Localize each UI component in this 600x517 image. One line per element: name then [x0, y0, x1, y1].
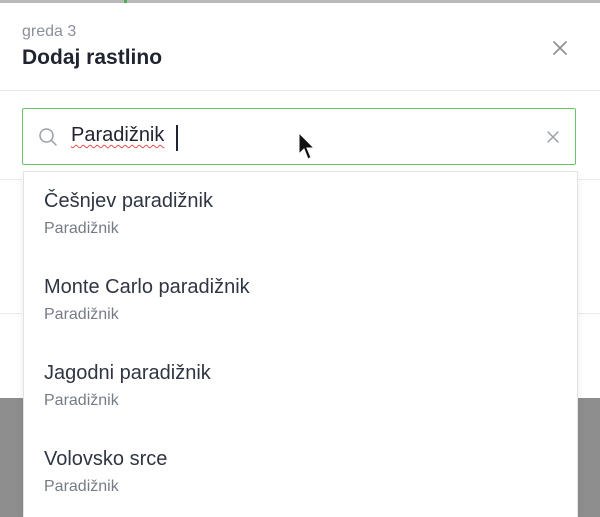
text-caret	[176, 125, 178, 151]
result-name: Monte Carlo paradižnik	[44, 276, 250, 298]
close-button[interactable]	[549, 37, 571, 59]
result-name: Volovsko srce	[44, 448, 168, 470]
result-category: Paradižnik	[44, 220, 119, 237]
header-divider	[0, 90, 600, 91]
mouse-pointer-icon	[298, 132, 316, 160]
dialog-title: Dodaj rastlino	[22, 46, 163, 69]
divider	[0, 179, 22, 180]
result-category: Paradižnik	[44, 306, 119, 323]
divider	[578, 313, 600, 314]
result-option[interactable]: Češnjev paradižnik Paradižnik	[24, 172, 577, 258]
result-option[interactable]: Monte Carlo paradižnik Paradižnik	[24, 258, 577, 344]
search-results-dropdown: Češnjev paradižnik Paradižnik Monte Carl…	[23, 171, 578, 517]
result-option[interactable]: Jagodni paradižnik Paradižnik	[24, 344, 577, 430]
divider	[578, 179, 600, 180]
result-category: Paradižnik	[44, 478, 119, 495]
result-name: Jagodni paradižnik	[44, 362, 211, 384]
close-icon	[553, 41, 567, 55]
search-query[interactable]: Paradižnik	[71, 124, 164, 147]
search-icon	[39, 128, 57, 146]
result-category: Paradižnik	[44, 392, 119, 409]
result-option[interactable]: Volovsko srce Paradižnik	[24, 430, 577, 516]
dialog-subtitle: greda 3	[22, 23, 77, 40]
result-name: Češnjev paradižnik	[44, 190, 213, 212]
divider	[0, 313, 22, 314]
clear-icon[interactable]	[545, 129, 561, 145]
